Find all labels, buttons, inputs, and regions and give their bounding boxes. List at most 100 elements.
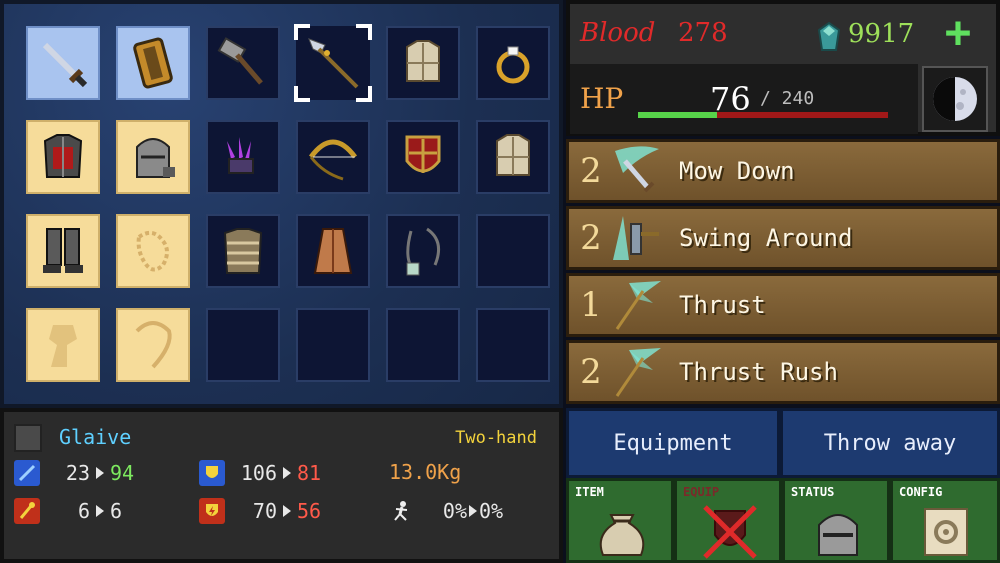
stat-weight: 13.0Kg xyxy=(389,460,461,484)
skill-name: Mow Down xyxy=(679,157,795,185)
item-weight: 13.0Kg xyxy=(389,460,462,484)
gem-icon xyxy=(818,22,840,51)
selection-corner xyxy=(294,86,310,102)
inventory-slot-empty[interactable] xyxy=(476,308,550,382)
tab-label: CONFIG xyxy=(899,485,943,499)
defense-before: 106 xyxy=(240,461,277,485)
selection-corner xyxy=(356,24,372,40)
skill-swing-around[interactable]: 2 Swing Around xyxy=(566,206,1000,270)
helmet-icon xyxy=(136,138,175,178)
hp-area: HP 76 / 240 xyxy=(570,64,918,134)
attack-after: 94 xyxy=(110,461,135,485)
tab-equip[interactable]: EQUIP xyxy=(674,478,782,563)
attack-before: 23 xyxy=(65,461,90,485)
skill-level: 1 xyxy=(580,285,602,325)
necklace-outline-icon xyxy=(135,321,172,369)
hp-bar xyxy=(638,112,888,118)
inventory-slot-amulet[interactable] xyxy=(386,214,460,288)
stat-magic-defense: 70 56 xyxy=(199,498,321,524)
dodge-after: 0% xyxy=(479,499,504,523)
skill-level: 2 xyxy=(580,352,602,392)
skill-mow-down[interactable]: 2 Mow Down xyxy=(566,139,1000,203)
inventory-slot-ring[interactable] xyxy=(476,26,550,100)
stat-defense: 106 81 xyxy=(199,460,321,486)
inventory-slot-scale-armor[interactable] xyxy=(206,214,280,288)
blood-label: Blood xyxy=(580,18,656,48)
hp-current: 76 xyxy=(710,80,751,118)
inventory-slot-necklace-empty[interactable] xyxy=(116,308,190,382)
sword-icon xyxy=(42,42,88,88)
moon-phase-button[interactable] xyxy=(922,66,988,132)
inventory-slot-hammer[interactable] xyxy=(206,26,280,100)
inventory-slot-sword[interactable] xyxy=(26,26,100,100)
mow-down-icon xyxy=(615,146,659,193)
stat-attack: 23 94 xyxy=(14,460,134,486)
tab-item[interactable]: ITEM xyxy=(566,478,674,563)
status-helmet-icon xyxy=(818,514,858,556)
arrow-icon xyxy=(96,467,104,479)
selection-corner xyxy=(356,86,372,102)
defense-shield-icon xyxy=(199,460,225,486)
tab-config[interactable]: CONFIG xyxy=(890,478,1000,563)
inventory-slot-claw[interactable] xyxy=(206,120,280,194)
magic-after: 6 xyxy=(110,499,123,523)
item-bag-icon xyxy=(599,514,645,556)
inventory-slot-empty[interactable] xyxy=(296,308,370,382)
robe-icon xyxy=(313,228,353,274)
amulet-icon xyxy=(406,227,441,276)
cape-outline-icon xyxy=(49,325,77,367)
item-name: Glaive xyxy=(59,425,132,449)
config-scroll-icon xyxy=(924,508,968,556)
magic-staff-icon xyxy=(14,498,40,524)
equipment-button[interactable]: Equipment xyxy=(566,408,780,478)
skill-thrust[interactable]: 1 Thrust xyxy=(566,273,1000,337)
inventory-slot-cloth-armor-2[interactable] xyxy=(476,120,550,194)
inventory-slot-bow[interactable] xyxy=(296,120,370,194)
skill-level: 2 xyxy=(580,151,602,191)
claw-icon xyxy=(227,137,254,174)
skill-level: 2 xyxy=(580,218,602,258)
shield-icon xyxy=(133,37,173,89)
thrust-rush-icon xyxy=(615,348,661,397)
scale-armor-icon xyxy=(223,228,263,274)
stat-magic: 6 6 xyxy=(14,498,122,524)
player-header: Blood 278 9917 + HP 76 / 240 xyxy=(566,0,1000,136)
inventory-slot-empty[interactable] xyxy=(386,308,460,382)
inventory-slot-red-shield[interactable] xyxy=(386,120,460,194)
inventory-slot-glaive[interactable] xyxy=(294,24,372,102)
inventory-slot-gauntlet-empty[interactable] xyxy=(116,214,190,288)
inventory-slot-red-armor[interactable] xyxy=(26,120,100,194)
skill-name: Swing Around xyxy=(679,224,853,252)
arrow-icon xyxy=(96,505,104,517)
inventory-slot-robe[interactable] xyxy=(296,214,370,288)
skill-thrust-rush[interactable]: 2 Thrust Rush xyxy=(566,340,1000,404)
blood-value: 278 xyxy=(678,18,728,48)
arrow-icon xyxy=(283,505,291,517)
item-checkbox[interactable] xyxy=(14,424,42,452)
inventory-slot-cloth-armor[interactable] xyxy=(386,26,460,100)
inventory-grid xyxy=(0,0,563,408)
magic-defense-after: 56 xyxy=(297,499,322,523)
item-stats-panel: Glaive Two-hand 23 94 6 6 106 81 70 56 1… xyxy=(0,408,563,563)
dodge-before: 0% xyxy=(442,499,467,523)
attack-sword-icon xyxy=(14,460,40,486)
hp-bar-fill xyxy=(638,112,718,118)
inventory-slot-helmet[interactable] xyxy=(116,120,190,194)
hammer-icon xyxy=(217,37,263,85)
throw-away-button[interactable]: Throw away xyxy=(780,408,1000,478)
buy-gems-button[interactable]: + xyxy=(938,11,978,55)
tab-label: STATUS xyxy=(791,485,835,499)
arrow-icon xyxy=(283,467,291,479)
thrust-icon xyxy=(615,281,661,330)
inventory-slot-empty[interactable] xyxy=(476,214,550,288)
equip-disabled-icon xyxy=(703,505,757,559)
ring-icon xyxy=(496,46,530,84)
inventory-slot-shield[interactable] xyxy=(116,26,190,100)
tab-label: EQUIP xyxy=(683,485,720,499)
selection-corner xyxy=(294,24,310,40)
greaves-icon xyxy=(43,228,83,273)
inventory-slot-empty[interactable] xyxy=(206,308,280,382)
tab-status[interactable]: STATUS xyxy=(782,478,890,563)
inventory-slot-cape-empty[interactable] xyxy=(26,308,100,382)
inventory-slot-greaves[interactable] xyxy=(26,214,100,288)
